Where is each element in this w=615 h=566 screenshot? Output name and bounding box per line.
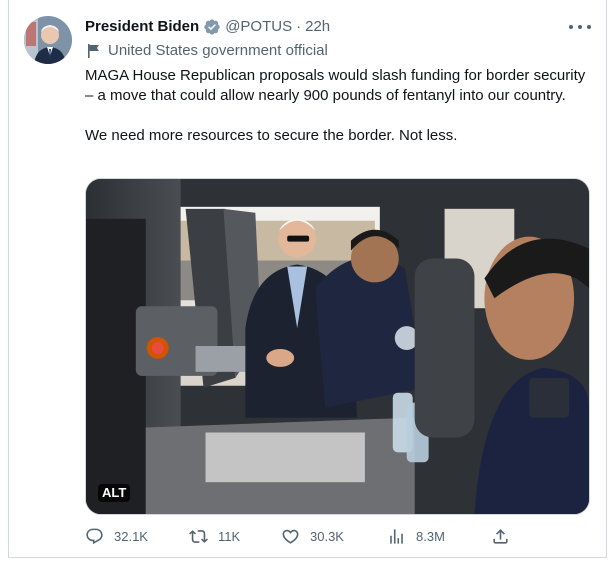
like-count: 30.3K	[310, 529, 344, 544]
reply-count: 32.1K	[114, 529, 148, 544]
separator-dot: ·	[296, 18, 302, 35]
avatar[interactable]	[24, 16, 72, 64]
author-name[interactable]: President Biden	[85, 17, 199, 37]
tweet-paragraph-2: We need more resources to secure the bor…	[85, 127, 458, 144]
reply-button[interactable]: 32.1K	[85, 527, 148, 546]
heart-icon	[282, 529, 299, 544]
tweet-paragraph-1: MAGA House Republican proposals would sl…	[85, 67, 586, 104]
retweet-button[interactable]: 11K	[189, 527, 240, 546]
tweet-photo[interactable]: ALT	[85, 178, 590, 515]
retweet-count: 11K	[218, 529, 241, 544]
tweet-text: MAGA House Republican proposals would sl…	[85, 66, 590, 146]
alt-text-badge[interactable]: ALT	[98, 484, 131, 502]
like-button[interactable]: 30.3K	[281, 527, 344, 546]
more-icon[interactable]	[569, 18, 591, 36]
government-label[interactable]: United States government official	[88, 42, 328, 59]
author-handle[interactable]: @POTUS	[225, 17, 292, 37]
flag-icon	[88, 43, 100, 58]
share-icon	[493, 529, 508, 544]
tweet-actions: 32.1K 11K 30.3K 8.3M	[85, 527, 515, 549]
share-button[interactable]	[491, 527, 520, 546]
tweet-timestamp[interactable]: 22h	[305, 17, 330, 37]
reply-icon	[86, 528, 103, 545]
government-label-text: United States government official	[108, 42, 328, 59]
views-icon	[390, 529, 403, 544]
views-count: 8.3M	[416, 529, 445, 544]
retweet-icon	[189, 530, 208, 543]
tweet-header: President Biden @POTUS · 22h	[85, 17, 330, 37]
views-button[interactable]: 8.3M	[387, 527, 445, 546]
verified-badge-icon[interactable]	[203, 18, 221, 36]
